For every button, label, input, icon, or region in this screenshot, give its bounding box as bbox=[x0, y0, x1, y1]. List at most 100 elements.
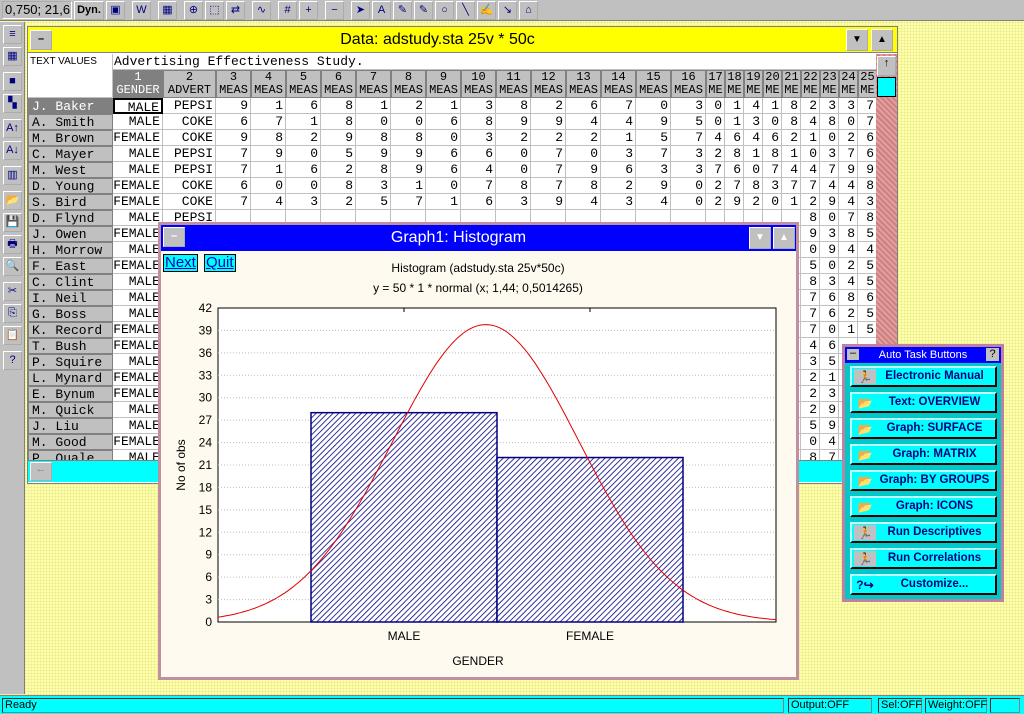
table-cell[interactable]: 5 bbox=[820, 354, 839, 370]
table-cell[interactable]: 3 bbox=[820, 98, 839, 114]
graph-window-icon[interactable]: ▣ bbox=[106, 0, 125, 20]
table-cell[interactable]: 7 bbox=[801, 178, 820, 194]
table-cell[interactable]: 8 bbox=[820, 114, 839, 130]
table-cell[interactable]: 4 bbox=[636, 194, 671, 210]
copy-icon[interactable]: ⎘ bbox=[3, 304, 22, 323]
table-cell[interactable]: 0 bbox=[286, 146, 321, 162]
paste-icon[interactable]: 📋 bbox=[3, 326, 22, 345]
table-cell[interactable]: 9 bbox=[801, 226, 820, 242]
table-cell[interactable]: 8 bbox=[321, 114, 356, 130]
table-cell[interactable]: MALE bbox=[113, 274, 163, 290]
table-cell[interactable]: 0 bbox=[820, 258, 839, 274]
table-cell[interactable]: 2 bbox=[839, 130, 858, 146]
table-cell[interactable]: 5 bbox=[636, 130, 671, 146]
auto-task-button[interactable]: 🏃 Run Descriptives bbox=[850, 522, 997, 543]
table-cell[interactable]: 2 bbox=[839, 258, 858, 274]
cut-scissors-icon[interactable]: ✂ bbox=[3, 282, 22, 301]
table-cell[interactable]: 7 bbox=[601, 98, 636, 114]
table-cell[interactable]: 0 bbox=[251, 178, 286, 194]
table-cell[interactable]: 4 bbox=[839, 194, 858, 210]
table-cell[interactable]: 4 bbox=[839, 242, 858, 258]
help-button[interactable]: ? bbox=[986, 348, 999, 361]
table-cell[interactable]: 0 bbox=[496, 146, 531, 162]
table-cell[interactable]: 8 bbox=[858, 178, 877, 194]
table-cell[interactable]: 0 bbox=[820, 130, 839, 146]
table-cell[interactable]: 1 bbox=[356, 98, 391, 114]
spreadsheet-icon[interactable]: ▦ bbox=[158, 0, 177, 20]
column-header[interactable]: 14 MEAS bbox=[601, 70, 636, 98]
table-cell[interactable]: 8 bbox=[858, 210, 877, 226]
swap-icon[interactable]: ⇄ bbox=[226, 0, 245, 20]
column-header[interactable]: 1 GENDER bbox=[113, 70, 163, 98]
table-cell[interactable]: 3 bbox=[858, 194, 877, 210]
table-cell[interactable]: FEMALE bbox=[113, 338, 163, 354]
row-name[interactable]: P. Squire bbox=[28, 354, 113, 370]
graph-window-titlebar[interactable]: – Graph1: Histogram ▼ ▲ bbox=[161, 225, 796, 251]
table-cell[interactable]: FEMALE bbox=[113, 434, 163, 450]
table-cell[interactable]: 7 bbox=[725, 178, 744, 194]
auto-task-titlebar[interactable]: – Auto Task Buttons ? bbox=[845, 347, 1001, 363]
minimize-button[interactable]: ▼ bbox=[846, 29, 868, 51]
table-cell[interactable]: 9 bbox=[531, 114, 566, 130]
dyn-button[interactable]: Dyn. bbox=[74, 0, 104, 20]
table-cell[interactable]: 9 bbox=[566, 162, 601, 178]
table-cell[interactable]: 0 bbox=[801, 242, 820, 258]
table-cell[interactable]: MALE bbox=[113, 354, 163, 370]
table-cell[interactable]: 4 bbox=[839, 178, 858, 194]
table-cell[interactable]: 0 bbox=[426, 178, 461, 194]
system-menu-button[interactable]: – bbox=[847, 348, 859, 360]
table-cell[interactable]: 3 bbox=[820, 386, 839, 402]
table-cell[interactable]: 0 bbox=[763, 194, 782, 210]
row-name[interactable]: J. Liu bbox=[28, 418, 113, 434]
table-cell[interactable]: 6 bbox=[820, 338, 839, 354]
table-cell[interactable]: 1 bbox=[782, 146, 801, 162]
table-cell[interactable]: 6 bbox=[216, 114, 251, 130]
table-cell[interactable]: 1 bbox=[391, 178, 426, 194]
zoom-lens-icon[interactable]: ⊕ bbox=[184, 0, 203, 20]
table-cell[interactable]: 3 bbox=[601, 194, 636, 210]
column-header[interactable]: 3 MEAS bbox=[216, 70, 251, 98]
table-cell[interactable]: 8 bbox=[391, 130, 426, 146]
table-cell[interactable]: 3 bbox=[286, 194, 321, 210]
table-cell[interactable]: 5 bbox=[858, 258, 877, 274]
row-name[interactable]: I. Neil bbox=[28, 290, 113, 306]
table-cell[interactable]: 7 bbox=[391, 194, 426, 210]
table-cell[interactable]: 7 bbox=[858, 114, 877, 130]
text-tool-icon[interactable]: A bbox=[372, 0, 391, 20]
table-cell[interactable]: 8 bbox=[782, 98, 801, 114]
table-cell[interactable]: 8 bbox=[566, 178, 601, 194]
column-header[interactable]: 19 ME bbox=[744, 70, 763, 98]
table-cell[interactable]: 9 bbox=[858, 162, 877, 178]
table-cell[interactable]: 0 bbox=[566, 146, 601, 162]
table-cell[interactable]: 6 bbox=[820, 306, 839, 322]
table-cell[interactable]: 8 bbox=[496, 98, 531, 114]
table-cell[interactable]: 6 bbox=[763, 130, 782, 146]
table-cell[interactable]: 8 bbox=[744, 178, 763, 194]
word-icon[interactable]: W bbox=[132, 0, 151, 20]
table-cell[interactable]: 0 bbox=[391, 114, 426, 130]
table-cell[interactable]: 7 bbox=[671, 130, 706, 146]
table-cell[interactable]: 0 bbox=[356, 114, 391, 130]
table-cell[interactable]: 8 bbox=[801, 274, 820, 290]
table-cell[interactable]: 5 bbox=[858, 322, 877, 338]
row-name[interactable]: C. Clint bbox=[28, 274, 113, 290]
row-name[interactable]: F. East bbox=[28, 258, 113, 274]
row-name[interactable]: C. Mayer bbox=[28, 146, 113, 162]
minimize-button[interactable]: ▼ bbox=[749, 227, 771, 249]
auto-task-button[interactable]: ?↪ Customize... bbox=[850, 574, 997, 595]
table-cell[interactable]: 1 bbox=[763, 98, 782, 114]
table-cell[interactable]: 2 bbox=[531, 130, 566, 146]
table-cell[interactable]: 2 bbox=[801, 386, 820, 402]
table-cell[interactable]: 0 bbox=[744, 162, 763, 178]
table-cell[interactable]: 4 bbox=[566, 114, 601, 130]
row-name[interactable]: A. Smith bbox=[28, 114, 113, 130]
table-cell[interactable]: 1 bbox=[801, 130, 820, 146]
table-cell[interactable]: 9 bbox=[356, 146, 391, 162]
table-cell[interactable]: 3 bbox=[744, 114, 763, 130]
table-cell[interactable]: 3 bbox=[839, 98, 858, 114]
table-cell[interactable]: 2 bbox=[801, 370, 820, 386]
freehand-icon[interactable]: ✍ bbox=[477, 0, 496, 20]
row-name[interactable]: E. Bynum bbox=[28, 386, 113, 402]
column-header[interactable]: 2 ADVERT bbox=[163, 70, 216, 98]
table-cell[interactable]: 6 bbox=[426, 162, 461, 178]
